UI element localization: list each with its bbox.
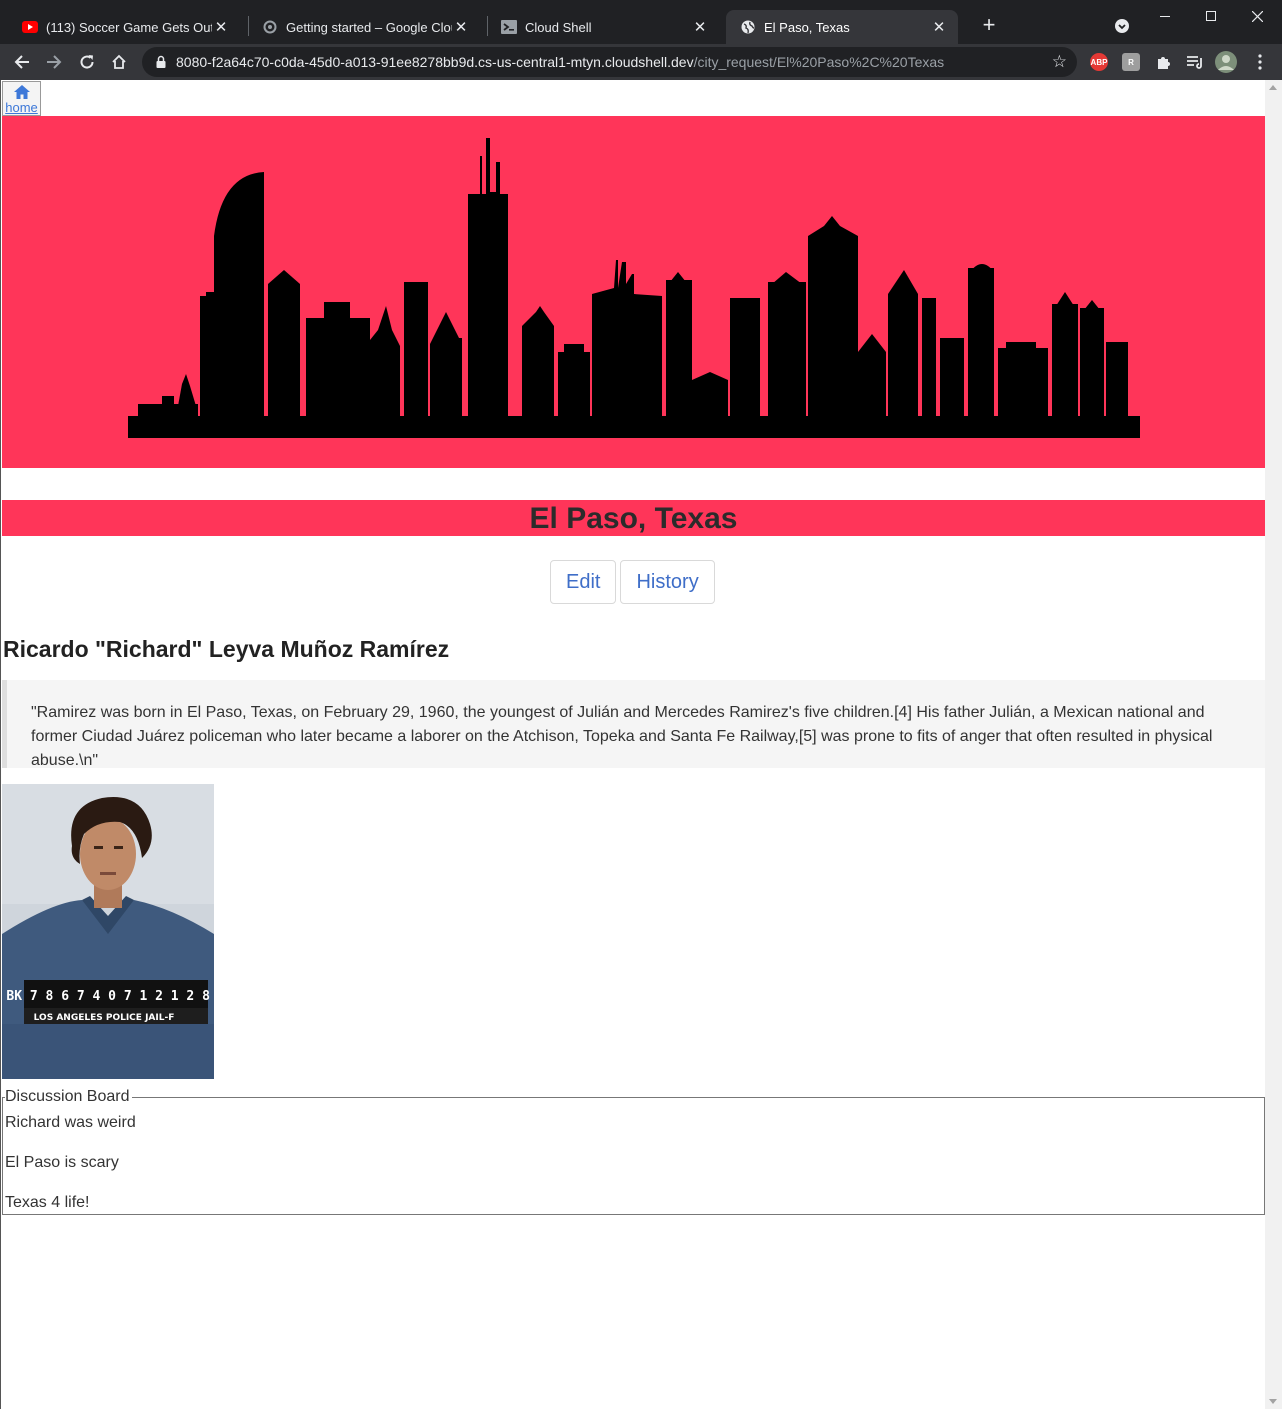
discussion-board: Discussion Board Richard was weird El Pa… — [2, 1088, 1265, 1215]
page-actions: Edit History — [550, 560, 715, 604]
placard-top-text: BK 7 8 6 7 4 0 7 1 2 1 2 8 4 — [6, 989, 214, 1004]
reload-button[interactable] — [75, 50, 99, 74]
tab-search-button[interactable] — [1099, 12, 1145, 40]
minimize-button[interactable] — [1142, 2, 1188, 30]
window-close-button[interactable] — [1234, 2, 1280, 30]
bookmark-star-icon[interactable]: ☆ — [1052, 52, 1067, 72]
back-button[interactable] — [10, 50, 34, 74]
media-button[interactable] — [1183, 50, 1207, 74]
lock-icon — [156, 55, 166, 68]
url-host: 8080-f2a64c70-c0da-45d0-a013-91ee8278bb9… — [176, 54, 694, 70]
tab-youtube[interactable]: (113) Soccer Game Gets Out of C ✕ — [8, 10, 240, 44]
extensions-button[interactable] — [1151, 50, 1175, 74]
maximize-icon — [1206, 11, 1216, 21]
skyline-illustration — [128, 138, 1140, 438]
mugshot-photo: BK 7 8 6 7 4 0 7 1 2 1 2 8 4 LOS ANGELES… — [2, 784, 214, 1079]
history-button[interactable]: History — [620, 560, 715, 604]
address-bar[interactable]: 8080-f2a64c70-c0da-45d0-a013-91ee8278bb9… — [142, 47, 1077, 77]
mugshot-image: BK 7 8 6 7 4 0 7 1 2 1 2 8 4 LOS ANGELES… — [2, 784, 214, 1079]
browser-tab-strip: (113) Soccer Game Gets Out of C ✕ Gettin… — [0, 0, 1282, 44]
edit-button[interactable]: Edit — [550, 560, 617, 604]
browser-toolbar: 8080-f2a64c70-c0da-45d0-a013-91ee8278bb9… — [0, 44, 1282, 80]
tab-title: Getting started – Google Cloud P — [286, 19, 452, 35]
url-path: /city_request/El%20Paso%2C%20Texas — [693, 54, 945, 70]
home-link-label: home — [5, 100, 38, 115]
home-icon — [112, 54, 126, 69]
close-icon[interactable]: ✕ — [212, 18, 230, 36]
playlist-icon — [1187, 56, 1202, 69]
placard-bottom-text: LOS ANGELES POLICE JAIL-F — [34, 1013, 175, 1023]
avatar-icon — [1215, 51, 1237, 73]
cloud-icon — [262, 19, 278, 35]
discussion-post: El Paso is scary — [5, 1154, 119, 1171]
tab-title: (113) Soccer Game Gets Out of C — [46, 19, 212, 35]
vertical-scrollbar[interactable] — [1265, 80, 1282, 1409]
city-skyline-banner — [2, 116, 1265, 468]
minimize-icon — [1160, 16, 1170, 17]
scroll-down-arrow-icon[interactable] — [1269, 1399, 1277, 1404]
puzzle-icon — [1158, 57, 1170, 69]
discussion-post: Texas 4 life! — [5, 1194, 90, 1211]
terminal-icon — [501, 19, 517, 35]
tab-el-paso[interactable]: El Paso, Texas ✕ — [726, 10, 958, 44]
reload-icon — [80, 55, 94, 69]
globe-icon — [740, 19, 756, 35]
reader-extension-icon[interactable]: R — [1122, 53, 1140, 71]
profile-avatar[interactable] — [1214, 50, 1238, 74]
youtube-icon — [22, 19, 38, 35]
close-icon[interactable]: ✕ — [452, 18, 470, 36]
new-tab-button[interactable]: + — [978, 14, 1000, 36]
scroll-up-arrow-icon[interactable] — [1269, 85, 1277, 90]
tab-cloud-shell[interactable]: Cloud Shell ✕ — [487, 10, 719, 44]
arrow-left-icon — [14, 55, 29, 69]
close-icon[interactable]: ✕ — [691, 18, 709, 36]
arrow-right-icon — [47, 55, 62, 69]
home-link[interactable]: home — [2, 81, 41, 116]
tab-title: El Paso, Texas — [764, 19, 850, 35]
close-icon[interactable]: ✕ — [930, 18, 948, 36]
person-name-heading: Ricardo "Richard" Leyva Muñoz Ramírez — [3, 636, 450, 662]
close-icon — [1251, 10, 1263, 22]
page-title: El Paso, Texas — [529, 502, 738, 535]
discussion-board-legend: Discussion Board — [5, 1088, 132, 1106]
biography-quote: "Ramirez was born in El Paso, Texas, on … — [2, 680, 1265, 769]
forward-button[interactable] — [42, 50, 66, 74]
home-icon — [13, 85, 30, 99]
discussion-post: Richard was weird — [5, 1114, 136, 1131]
adblock-extension-icon[interactable]: ABP — [1090, 53, 1108, 71]
chevron-down-icon — [1115, 19, 1129, 33]
maximize-button[interactable] — [1188, 2, 1234, 30]
home-button[interactable] — [107, 50, 131, 74]
browser-menu-button[interactable] — [1248, 50, 1272, 74]
tab-google-cloud[interactable]: Getting started – Google Cloud P ✕ — [248, 10, 480, 44]
page-viewport: home El Paso, Texas Edit History Ricardo… — [0, 80, 1282, 1409]
tab-title: Cloud Shell — [525, 19, 592, 35]
city-title-bar: El Paso, Texas — [2, 500, 1265, 536]
kebab-menu-icon — [1258, 54, 1262, 70]
